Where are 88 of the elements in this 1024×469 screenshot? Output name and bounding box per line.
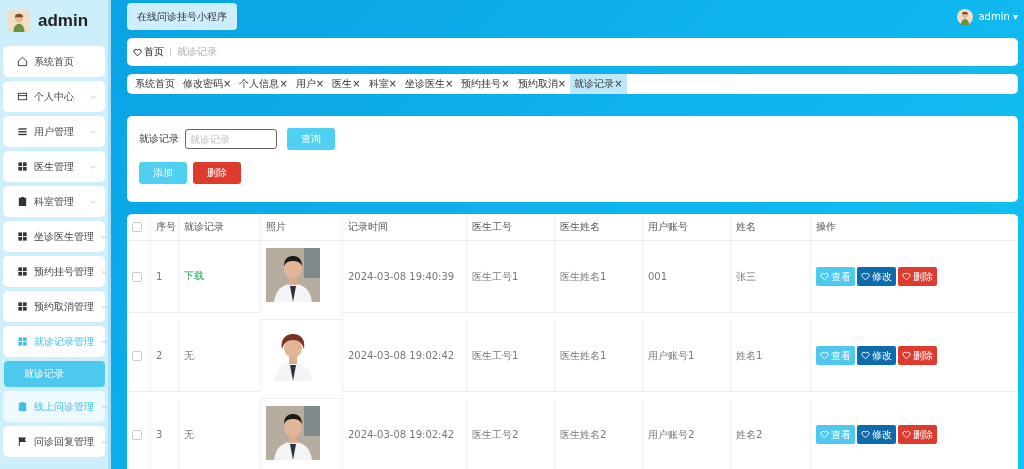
flag-icon <box>17 436 28 447</box>
brand-name: admin <box>38 11 89 31</box>
column-header: 照片 <box>266 220 286 234</box>
tab[interactable]: 修改密码× <box>179 74 236 94</box>
column-header: 医生姓名 <box>560 220 600 234</box>
checkbox[interactable] <box>132 222 142 232</box>
sidebar-item[interactable]: 预约挂号管理 <box>3 256 105 287</box>
tab[interactable]: 坐诊医生× <box>400 74 458 94</box>
table-cell: 用户账号2 <box>648 427 695 442</box>
breadcrumb-current: 就诊记录 <box>177 45 217 59</box>
table-cell: 1 <box>156 271 163 282</box>
table-cell: 医生工号1 <box>472 348 519 363</box>
column-header: 操作 <box>816 220 836 234</box>
column-header: 记录时间 <box>348 220 388 234</box>
grid-icon <box>17 336 28 347</box>
chevron-icon <box>100 337 108 346</box>
action-button[interactable]: 删除 <box>898 346 937 365</box>
table-cell: 2 <box>156 350 163 361</box>
table-cell: 用户账号1 <box>648 348 695 363</box>
tab[interactable]: 科室× <box>364 74 401 94</box>
sidebar-item[interactable]: 问诊回复管理 <box>3 426 105 457</box>
heart-icon <box>820 272 829 281</box>
table-cell: 医生工号1 <box>472 269 519 284</box>
sidebar-item[interactable]: 坐诊医生管理 <box>3 221 105 252</box>
grid-icon <box>17 301 28 312</box>
sidebar-item[interactable]: 科室管理 <box>3 186 105 217</box>
heart-icon <box>133 47 142 57</box>
avatar-icon <box>8 10 30 32</box>
title-button[interactable]: 在线问诊挂号小程序 <box>127 3 237 30</box>
table-cell: 医生工号2 <box>472 427 519 442</box>
grid-icon <box>17 161 28 172</box>
checkbox[interactable] <box>132 271 142 282</box>
sidebar-item[interactable]: 个人中心 <box>3 81 105 112</box>
table-cell: 姓名2 <box>736 427 763 442</box>
heart-icon <box>861 272 870 281</box>
table-cell: 2024-03-08 19:02:42 <box>348 350 455 361</box>
card-icon <box>17 91 28 102</box>
table-cell: 无 <box>184 427 194 442</box>
column-header: 医生工号 <box>472 220 512 234</box>
sidebar-item[interactable]: 系统首页 <box>3 46 105 77</box>
table-cell: 医生姓名1 <box>560 348 607 363</box>
avatar-icon <box>957 8 974 25</box>
column-header: 序号 <box>156 220 176 234</box>
table-cell: 张三 <box>736 269 756 284</box>
breadcrumb-home[interactable]: 首页 <box>133 45 164 59</box>
table-cell: 2024-03-08 19:02:42 <box>348 429 455 440</box>
checkbox[interactable] <box>132 350 142 361</box>
sidebar-item[interactable]: 医生管理 <box>3 151 105 182</box>
tab[interactable]: 预约挂号× <box>457 74 514 94</box>
column-header: 姓名 <box>736 220 756 234</box>
action-button[interactable]: 修改 <box>857 267 896 286</box>
tab[interactable]: 系统首页 <box>131 74 179 94</box>
heart-icon <box>902 351 911 360</box>
heart-icon <box>861 351 870 360</box>
tab[interactable]: 医生× <box>328 74 365 94</box>
table-cell: 2024-03-08 19:40:39 <box>348 271 455 282</box>
home-icon <box>17 56 28 67</box>
table-cell: 3 <box>156 429 163 440</box>
heart-icon <box>820 351 829 360</box>
tab[interactable]: 预约取消× <box>513 74 571 94</box>
table-cell: 无 <box>184 348 194 363</box>
sidebar-item[interactable]: 用户管理 <box>3 116 105 147</box>
table-cell: 001 <box>648 271 668 282</box>
search-label: 就诊记录 <box>139 132 179 146</box>
action-button[interactable]: 删除 <box>898 267 937 286</box>
action-button[interactable]: 删除 <box>898 425 937 444</box>
column-header: 就诊记录 <box>184 220 224 234</box>
heart-icon <box>902 272 911 281</box>
sidebar-item[interactable]: 预约取消管理 <box>3 291 105 322</box>
tab[interactable]: 用户× <box>291 74 329 94</box>
grid-icon <box>17 231 28 242</box>
table-cell: 姓名1 <box>736 348 763 363</box>
heart-icon <box>861 430 870 439</box>
action-button[interactable]: 修改 <box>857 425 896 444</box>
delete-button[interactable]: 删除 <box>193 162 241 184</box>
tab[interactable]: 就诊记录× <box>570 74 627 94</box>
tab[interactable]: 个人信息× <box>235 74 292 94</box>
clipboard-icon <box>17 401 28 412</box>
grid-icon <box>17 266 28 277</box>
clipboard-icon <box>17 196 28 207</box>
table-cell: 医生姓名2 <box>560 427 607 442</box>
table-cell: 医生姓名1 <box>560 269 607 284</box>
checkbox[interactable] <box>132 429 142 440</box>
list-icon <box>17 126 28 137</box>
column-header: 用户账号 <box>648 220 688 234</box>
heart-icon <box>902 430 911 439</box>
heart-icon <box>820 430 829 439</box>
action-button[interactable]: 修改 <box>857 346 896 365</box>
